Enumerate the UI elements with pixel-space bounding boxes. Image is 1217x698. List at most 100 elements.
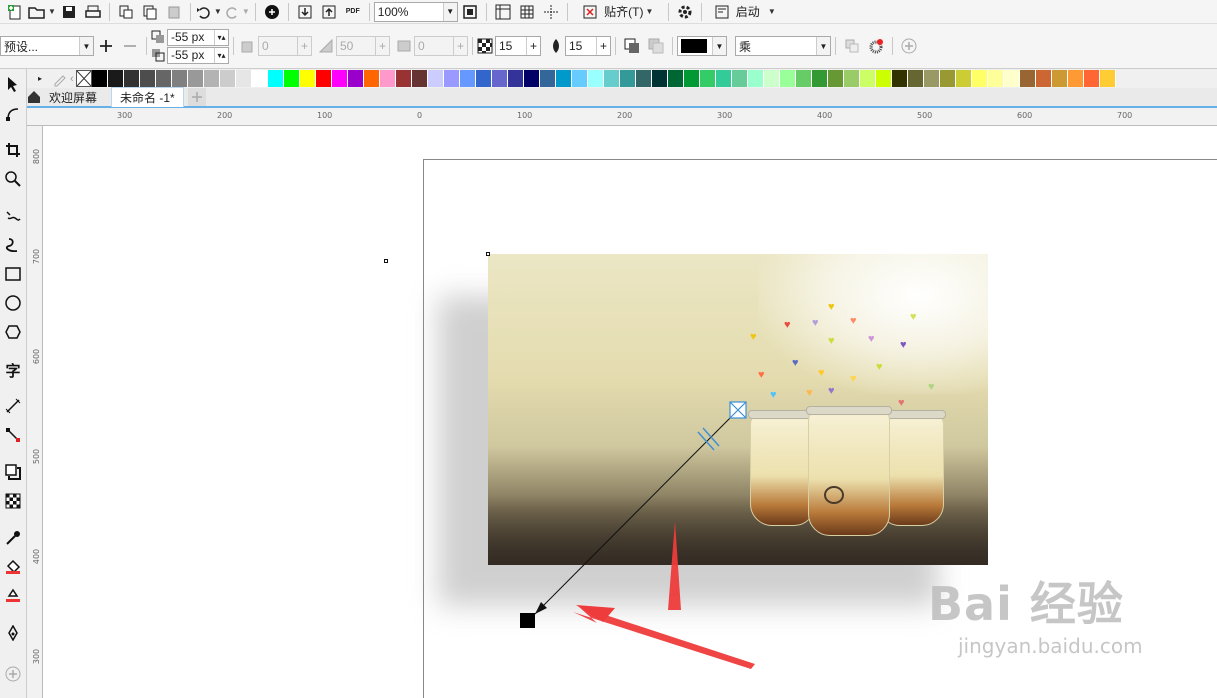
vertical-ruler[interactable]: 800 700 600 500 400 300 [27, 126, 43, 698]
add-preset-button[interactable] [95, 36, 117, 56]
import-button[interactable] [115, 2, 137, 22]
merge-mode-select[interactable]: 乘 ▼ [735, 36, 831, 56]
outline-pen-tool-button[interactable] [2, 622, 24, 644]
color-swatch[interactable] [475, 70, 492, 87]
color-swatch[interactable] [683, 70, 700, 87]
publish-pdf-button[interactable]: PDF [342, 2, 364, 22]
color-swatch[interactable] [411, 70, 428, 87]
paste-button[interactable] [163, 2, 185, 22]
show-grid-button[interactable] [516, 2, 538, 22]
show-rulers-button[interactable] [492, 2, 514, 22]
open-button[interactable]: ▼ [28, 2, 56, 22]
color-swatch[interactable] [651, 70, 668, 87]
shadow-angle-input[interactable]: 0 + [258, 36, 312, 56]
snap-to-button[interactable]: 贴齐(T) ▼ [573, 2, 663, 22]
color-swatch[interactable] [139, 70, 156, 87]
quick-customize-button[interactable] [898, 36, 920, 56]
copy-button[interactable] [139, 2, 161, 22]
color-swatch[interactable] [955, 70, 972, 87]
drop-shadow-tool-button[interactable] [2, 461, 24, 483]
remove-preset-button[interactable] [119, 36, 141, 56]
artistic-media-tool-button[interactable] [2, 234, 24, 256]
color-swatch[interactable] [811, 70, 828, 87]
color-swatch[interactable] [699, 70, 716, 87]
new-document-button[interactable] [4, 2, 26, 22]
ellipse-tool-button[interactable] [2, 292, 24, 314]
color-swatch[interactable] [155, 70, 172, 87]
shadow-end-handle[interactable] [520, 613, 535, 628]
shadow-offset-y-input[interactable]: -55 px ▾▴ [167, 46, 229, 64]
connector-tool-button[interactable] [2, 424, 24, 446]
color-swatch[interactable] [891, 70, 908, 87]
color-swatch[interactable] [395, 70, 412, 87]
shadow-transparency-input[interactable]: 15 + [495, 36, 541, 56]
pick-tool-button[interactable] [2, 73, 24, 95]
color-swatch[interactable] [1083, 70, 1100, 87]
color-swatch[interactable] [267, 70, 284, 87]
shadow-stretch-input[interactable]: 0 + [414, 36, 468, 56]
color-swatch[interactable] [827, 70, 844, 87]
color-swatch[interactable] [1035, 70, 1052, 87]
shadow-feather-input[interactable]: 15 + [565, 36, 611, 56]
no-color-swatch[interactable] [75, 70, 92, 87]
tab-document[interactable]: 未命名 -1* [111, 87, 184, 107]
color-swatch[interactable] [235, 70, 252, 87]
color-swatch[interactable] [283, 70, 300, 87]
eyedropper-icon[interactable] [52, 71, 68, 87]
color-swatch[interactable] [859, 70, 876, 87]
color-swatch[interactable] [587, 70, 604, 87]
shape-tool-button[interactable] [2, 102, 24, 124]
color-swatch[interactable] [379, 70, 396, 87]
color-swatch[interactable] [443, 70, 460, 87]
color-swatch[interactable] [1019, 70, 1036, 87]
crop-tool-button[interactable] [2, 139, 24, 161]
shadow-fade-input[interactable]: 50 + [336, 36, 390, 56]
color-swatch[interactable] [315, 70, 332, 87]
color-swatch[interactable] [1051, 70, 1068, 87]
chevron-left-icon[interactable]: ‹ [70, 73, 74, 85]
drawing-canvas[interactable]: ♥ ♥ ♥ ♥ ♥ ♥ ♥ ♥ ♥ ♥ ♥ ♥ ♥ ♥ ♥ ♥ ♥ ♥ ♥ Ba… [43, 126, 1217, 698]
full-screen-preview-button[interactable] [459, 2, 481, 22]
palette-scroll-left-icon[interactable]: ▸ [38, 74, 48, 83]
color-swatch[interactable] [299, 70, 316, 87]
color-swatch[interactable] [1099, 70, 1116, 87]
color-swatch[interactable] [747, 70, 764, 87]
color-swatch[interactable] [795, 70, 812, 87]
undo-button[interactable]: ▼ [196, 2, 222, 22]
color-swatch[interactable] [523, 70, 540, 87]
feather-edges-button[interactable] [645, 36, 667, 56]
add-tool-button[interactable] [2, 663, 24, 685]
text-tool-button[interactable]: 字 [2, 359, 24, 381]
show-guidelines-button[interactable] [540, 2, 562, 22]
clear-shadow-button[interactable] [865, 36, 887, 56]
color-swatch[interactable] [635, 70, 652, 87]
search-content-button[interactable] [261, 2, 283, 22]
zoom-tool-button[interactable] [2, 168, 24, 190]
color-swatch[interactable] [123, 70, 140, 87]
smart-fill-tool-button[interactable] [2, 585, 24, 607]
color-swatch[interactable] [619, 70, 636, 87]
shadow-color-picker[interactable]: ▼ [677, 36, 727, 56]
color-swatch[interactable] [763, 70, 780, 87]
color-swatch[interactable] [491, 70, 508, 87]
interactive-fill-tool-button[interactable] [2, 556, 24, 578]
color-swatch[interactable] [363, 70, 380, 87]
polygon-tool-button[interactable] [2, 321, 24, 343]
color-swatch[interactable] [603, 70, 620, 87]
color-swatch[interactable] [459, 70, 476, 87]
color-swatch[interactable] [843, 70, 860, 87]
export-file-button[interactable] [318, 2, 340, 22]
color-swatch[interactable] [667, 70, 684, 87]
color-swatch[interactable] [907, 70, 924, 87]
color-swatch[interactable] [331, 70, 348, 87]
color-swatch[interactable] [571, 70, 588, 87]
shadow-offset-x-input[interactable]: -55 px ▾▴ [167, 28, 229, 46]
feather-direction-button[interactable] [621, 36, 643, 56]
color-swatch[interactable] [427, 70, 444, 87]
color-swatch[interactable] [219, 70, 236, 87]
color-swatch[interactable] [939, 70, 956, 87]
color-swatch[interactable] [251, 70, 268, 87]
horizontal-ruler[interactable]: 300 200 100 0 100 200 300 400 500 600 700 [27, 110, 1217, 126]
color-swatch[interactable] [187, 70, 204, 87]
color-swatch[interactable] [875, 70, 892, 87]
